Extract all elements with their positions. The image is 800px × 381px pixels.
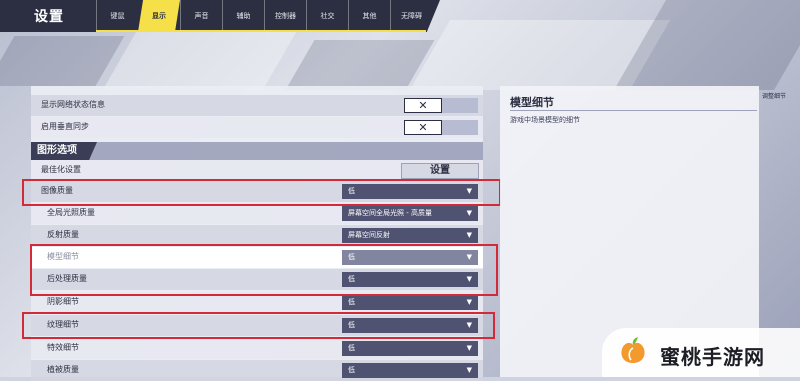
page-title: 设置 [34,9,64,25]
dropdown-value: 屏幕空间反射 [348,231,390,239]
setting-row-net-status[interactable]: 显示网络状态信息 ✕ [31,95,483,116]
highlight-box-texture-detail [22,312,495,339]
tab-underline [96,30,426,32]
chevron-down-icon: ▼ [466,231,472,239]
highlight-box-model-postprocess [30,244,498,296]
watermark-text: 蜜桃手游网 [660,345,765,369]
dropdown-value: 低 [348,366,355,374]
dropdown-value: 屏幕空间全局光照 - 高质量 [348,209,432,217]
divider [510,110,757,111]
tab-bar: 键鼠 显示 声音 辅助 控制器 社交 其他 无障碍 [96,0,432,32]
dropdown-value: 低 [348,298,355,306]
setting-row-vegetation-quality[interactable]: 植被质量 低 ▼ [31,360,483,381]
chevron-down-icon: ▼ [466,366,472,374]
tab-other[interactable]: 其他 [348,0,390,32]
setting-label: 阴影细节 [47,297,79,306]
peach-logo-icon [621,337,645,363]
tab-keyboard-mouse[interactable]: 键鼠 [96,0,138,32]
detail-title: 模型细节 [510,96,554,109]
reflection-quality-dropdown[interactable]: 屏幕空间反射 ▼ [342,228,478,243]
setting-row-gi-quality[interactable]: 全局光照质量 屏幕空间全局光照 - 高质量 ▼ [31,203,483,224]
chevron-down-icon: ▼ [466,344,472,352]
optimize-settings-button[interactable]: 设置 [401,163,479,179]
vsync-toggle[interactable]: ✕ [404,120,478,135]
setting-label: 显示网络状态信息 [41,100,105,109]
setting-label: 全局光照质量 [47,208,95,217]
setting-row-vsync[interactable]: 启用垂直同步 ✕ [31,117,483,138]
setting-label: 特效细节 [47,343,79,352]
chevron-down-icon: ▼ [466,298,472,306]
net-status-toggle[interactable]: ✕ [404,98,478,113]
section-header: 图形选项 [31,142,483,160]
tab-audio[interactable]: 声音 [180,0,222,32]
setting-label: 最佳化设置 [41,165,81,174]
setting-label: 植被质量 [47,365,79,374]
chevron-down-icon: ▼ [466,209,472,217]
setting-row-effect-detail[interactable]: 特效细节 低 ▼ [31,338,483,359]
highlight-box-image-quality [22,179,501,206]
vegetation-quality-dropdown[interactable]: 低 ▼ [342,363,478,378]
section-title: 图形选项 [31,142,97,160]
tab-social[interactable]: 社交 [306,0,348,32]
dropdown-value: 低 [348,344,355,352]
corner-tag: 调整细节 [762,93,787,100]
tab-accessibility[interactable]: 无障碍 [390,0,432,32]
tab-assist[interactable]: 辅助 [222,0,264,32]
gi-quality-dropdown[interactable]: 屏幕空间全局光照 - 高质量 ▼ [342,206,478,221]
toggle-off-icon: ✕ [404,98,442,113]
tab-display[interactable]: 显示 [138,0,180,32]
setting-label: 启用垂直同步 [41,122,89,131]
setting-row-optimize[interactable]: 最佳化设置 设置 [31,160,483,181]
shadow-detail-dropdown[interactable]: 低 ▼ [342,295,478,310]
effect-detail-dropdown[interactable]: 低 ▼ [342,341,478,356]
setting-label: 反射质量 [47,230,79,239]
toggle-off-icon: ✕ [404,120,442,135]
tab-controller[interactable]: 控制器 [264,0,306,32]
detail-description: 游戏中场景模型的细节 [510,116,580,124]
setting-row-reflection-quality[interactable]: 反射质量 屏幕空间反射 ▼ [31,225,483,246]
